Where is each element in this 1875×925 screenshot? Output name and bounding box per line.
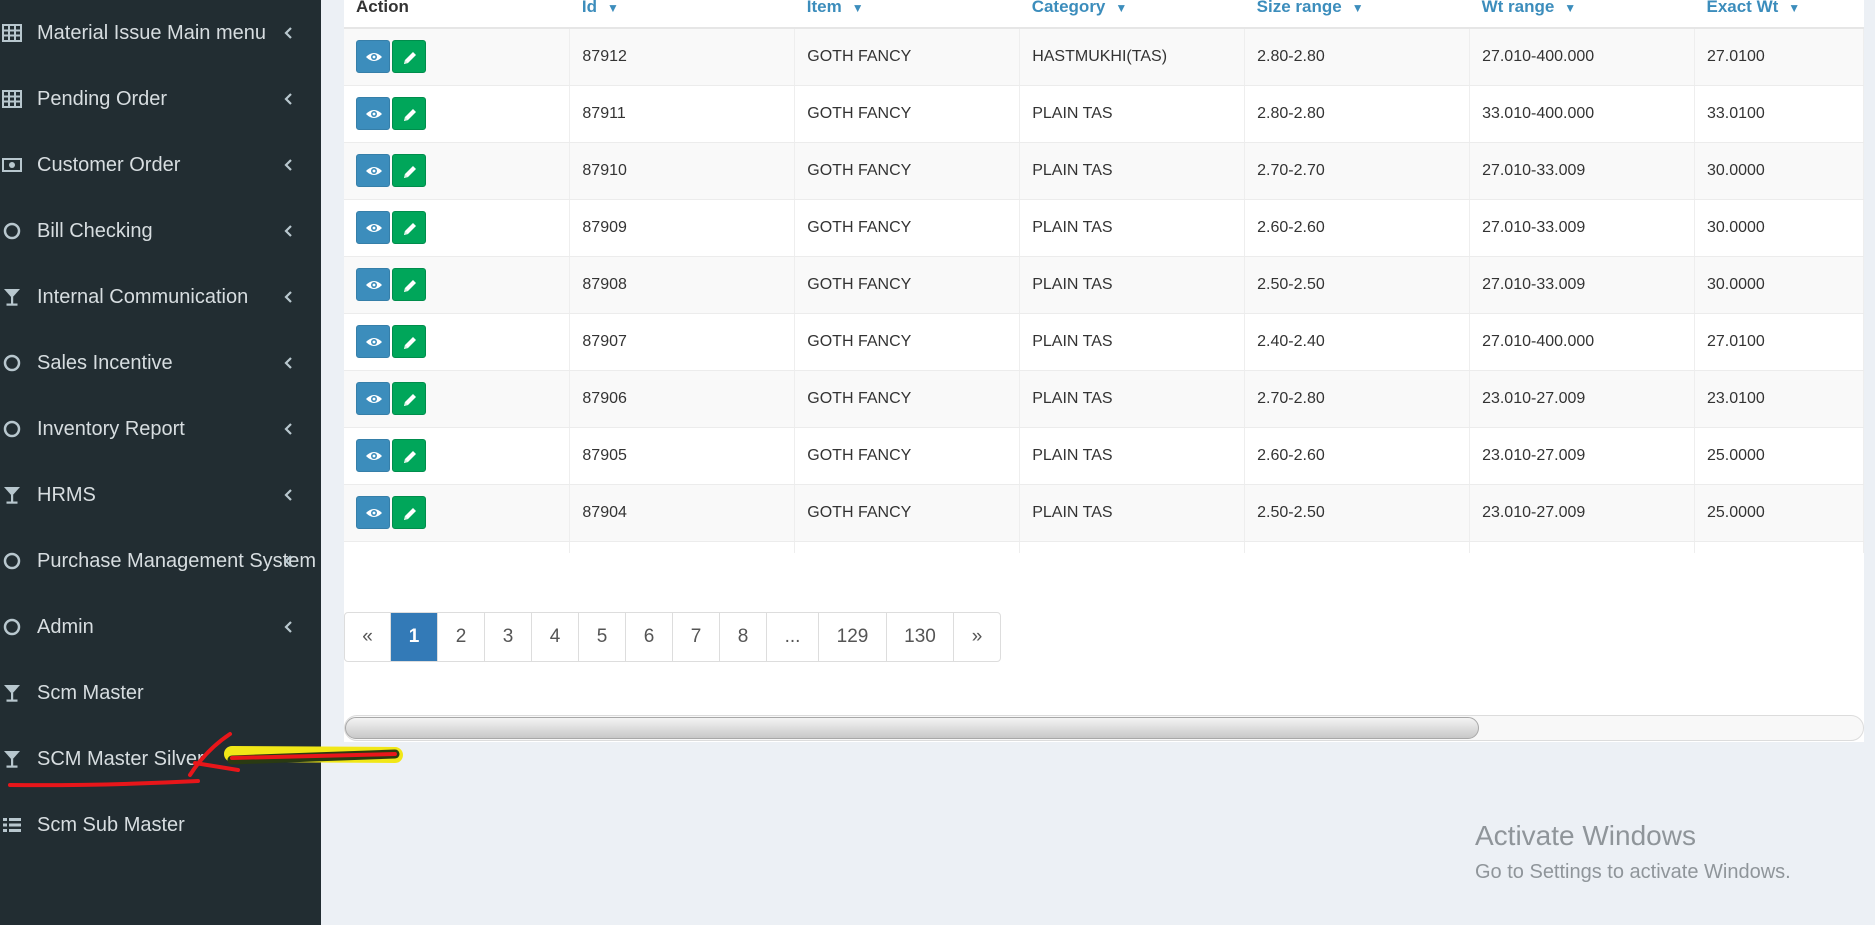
red-arrow-annotation — [8, 732, 403, 788]
